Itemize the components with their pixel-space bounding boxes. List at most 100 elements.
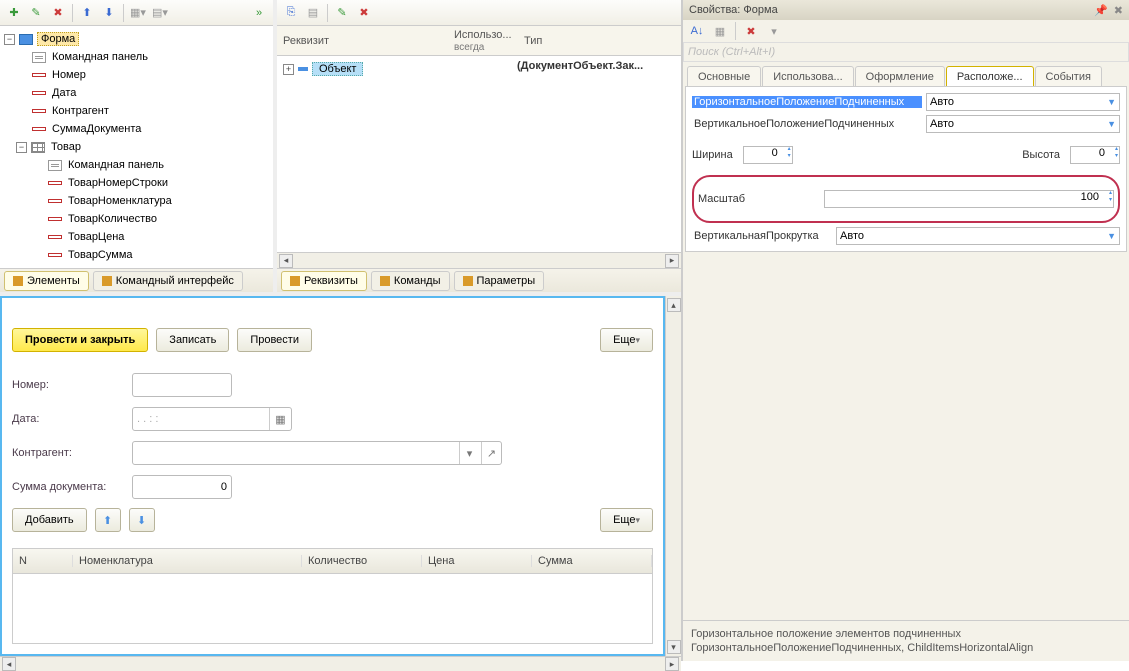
tab-params[interactable]: Параметры <box>454 271 545 291</box>
requisites-body[interactable]: + Объект (ДокументОбъект.Зак... <box>277 56 681 252</box>
date-placeholder: . . : : <box>137 413 158 425</box>
col-price: Цена <box>422 555 532 567</box>
prop-v-scroll[interactable]: ВертикальнаяПрокрутка Авто ▼ <box>692 225 1120 247</box>
calendar-icon[interactable]: ▦ <box>269 408 291 430</box>
tree-item[interactable]: ТоварЦена <box>2 228 273 246</box>
tab-requisites[interactable]: Реквизиты <box>281 271 367 291</box>
tree-item[interactable]: СуммаДокумента <box>2 120 273 138</box>
chevron-down-icon[interactable]: ▾ <box>764 21 784 41</box>
requisites-header: Реквизит Использо...всегда Тип <box>277 26 681 56</box>
v-scrollbar[interactable]: ▴ ▾ <box>665 296 681 656</box>
tree-item[interactable]: Командная панель <box>2 48 273 66</box>
move-up-icon[interactable]: ⬆ <box>77 3 97 23</box>
height-input[interactable]: 0 <box>1070 146 1120 164</box>
width-input[interactable]: 0 <box>743 146 793 164</box>
add-button[interactable]: Добавить <box>12 508 87 532</box>
chevron-down-icon[interactable]: ▼ <box>1107 119 1116 129</box>
dropdown-icon[interactable]: ▾ <box>459 442 479 464</box>
tab-cmdinterface[interactable]: Командный интерфейс <box>93 271 243 291</box>
close-icon[interactable]: ✖ <box>1114 4 1123 17</box>
row-up-button[interactable]: ⬆ <box>95 508 121 532</box>
tab-events[interactable]: События <box>1035 66 1102 86</box>
row-down-button[interactable]: ⬇ <box>129 508 155 532</box>
tree-item[interactable]: Дата <box>2 84 273 102</box>
add-icon[interactable]: ✚ <box>4 3 24 23</box>
expand-icon[interactable]: » <box>249 3 269 23</box>
tree-item[interactable]: ТоварКоличество <box>2 210 273 228</box>
tree-label: Дата <box>50 87 78 99</box>
number-label: Номер: <box>12 379 122 391</box>
chevron-down-icon[interactable]: ▼ <box>1107 97 1116 107</box>
tree-item[interactable]: Номер <box>2 66 273 84</box>
tree-item[interactable]: ТоварНомерСтроки <box>2 174 273 192</box>
scroll-left-icon[interactable]: ◂ <box>279 254 293 268</box>
table-body[interactable] <box>12 574 653 644</box>
tree-item[interactable]: ТоварНоменклатура <box>2 192 273 210</box>
prop-select[interactable]: Авто ▼ <box>836 227 1120 245</box>
list-icon[interactable]: ▤ <box>303 3 323 23</box>
scroll-right-icon[interactable]: ▸ <box>665 254 679 268</box>
prop-select[interactable]: Авто ▼ <box>926 93 1120 111</box>
clear-icon[interactable]: ✖ <box>741 21 761 41</box>
tab-main[interactable]: Основные <box>687 66 761 86</box>
delete-icon[interactable]: ✖ <box>354 3 374 23</box>
tab-style[interactable]: Оформление <box>855 66 945 86</box>
grid-icon[interactable]: ▦▾ <box>128 3 148 23</box>
chevron-down-icon[interactable]: ▼ <box>1107 231 1116 241</box>
delete-icon[interactable]: ✖ <box>48 3 68 23</box>
field-icon <box>48 181 62 185</box>
tree-label: Контрагент <box>50 105 111 117</box>
properties-panel: Свойства: Форма 📌 ✖ A↓ ▦ ✖ ▾ Поиск (Ctrl… <box>683 0 1129 661</box>
search-placeholder: Поиск (Ctrl+Alt+I) <box>688 46 775 58</box>
open-icon[interactable]: ↗ <box>481 442 501 464</box>
expand-icon[interactable]: + <box>283 64 294 75</box>
tree-item[interactable]: Контрагент <box>2 102 273 120</box>
tab-elements[interactable]: Элементы <box>4 271 89 291</box>
edit-icon[interactable]: ✎ <box>26 3 46 23</box>
post-button[interactable]: Провести <box>237 328 312 352</box>
cmdbar-icon <box>32 52 46 63</box>
contractor-input[interactable]: ▾ ↗ <box>132 441 502 465</box>
field-icon <box>32 91 46 95</box>
list-icon[interactable]: ▤▾ <box>150 3 170 23</box>
scroll-down-icon[interactable]: ▾ <box>667 640 681 654</box>
scale-input[interactable]: 100 <box>824 190 1114 208</box>
properties-search[interactable]: Поиск (Ctrl+Alt+I) <box>683 42 1129 62</box>
tree-item[interactable]: Командная панель <box>2 156 273 174</box>
tree-root[interactable]: − Форма <box>2 30 273 48</box>
category-icon[interactable]: ▦ <box>710 21 730 41</box>
tab-usage[interactable]: Использова... <box>762 66 853 86</box>
tree-item[interactable]: ТоварСумма <box>2 246 273 264</box>
number-input[interactable] <box>132 373 232 397</box>
collapse-icon[interactable]: − <box>4 34 15 45</box>
move-down-icon[interactable]: ⬇ <box>99 3 119 23</box>
properties-body: ГоризонтальноеПоложениеПодчиненных Авто … <box>685 86 1127 252</box>
preview-h-scrollbar[interactable]: ◂ ▸ <box>0 656 681 671</box>
preview-canvas[interactable]: Провести и закрыть Записать Провести Еще… <box>0 296 665 656</box>
edit-icon[interactable]: ✎ <box>332 3 352 23</box>
elements-tree[interactable]: − Форма Командная панель Номер Дата <box>0 26 273 268</box>
copy-icon[interactable]: ⎘ <box>281 3 301 23</box>
prop-v-align[interactable]: ВертикальноеПоложениеПодчиненных Авто ▼ <box>692 113 1120 135</box>
more-button-2[interactable]: Еще <box>600 508 653 532</box>
stack-icon <box>463 276 473 286</box>
save-button[interactable]: Записать <box>156 328 229 352</box>
prop-select[interactable]: Авто ▼ <box>926 115 1120 133</box>
scroll-left-icon[interactable]: ◂ <box>2 657 16 671</box>
prop-h-align[interactable]: ГоризонтальноеПоложениеПодчиненных Авто … <box>692 91 1120 113</box>
tree-label: Товар <box>49 141 83 153</box>
pin-icon[interactable]: 📌 <box>1094 4 1108 17</box>
more-button[interactable]: Еще <box>600 328 653 352</box>
tab-commands[interactable]: Команды <box>371 271 450 291</box>
scroll-up-icon[interactable]: ▴ <box>667 298 681 312</box>
h-scrollbar[interactable]: ◂ ▸ <box>277 252 681 268</box>
collapse-icon[interactable]: − <box>16 142 27 153</box>
scroll-right-icon[interactable]: ▸ <box>665 657 679 671</box>
sum-input[interactable] <box>132 475 232 499</box>
field-icon <box>32 73 46 77</box>
tree-group[interactable]: − Товар <box>2 138 273 156</box>
date-input[interactable]: . . : : ▦ <box>132 407 292 431</box>
post-and-close-button[interactable]: Провести и закрыть <box>12 328 148 352</box>
sort-az-icon[interactable]: A↓ <box>687 21 707 41</box>
tab-layout[interactable]: Расположе... <box>946 66 1034 86</box>
